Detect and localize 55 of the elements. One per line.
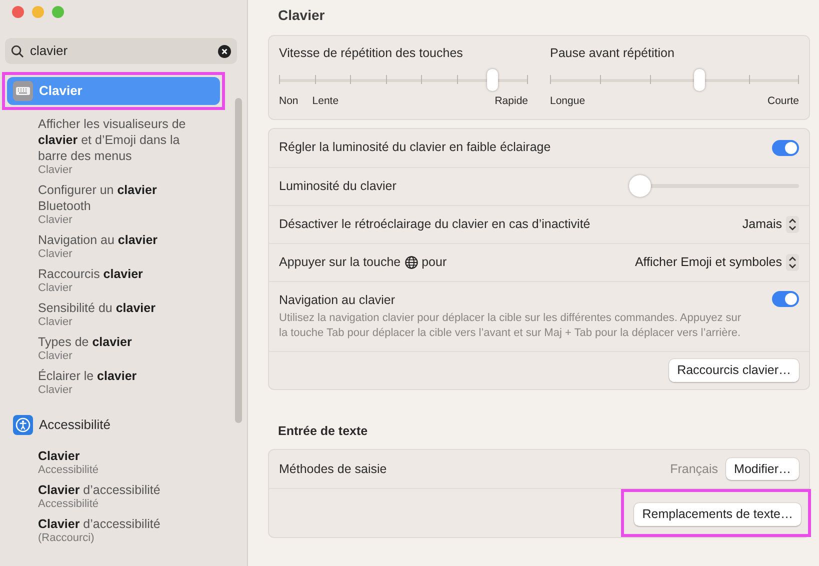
search-result[interactable]: Clavier d’accessibilité Accessibilité: [38, 482, 210, 511]
setting-label: Régler la luminosité du clavier en faible éclairage: [279, 139, 552, 156]
accessibility-icon: [13, 415, 33, 435]
close-button[interactable]: [12, 6, 24, 18]
section-title: Entrée de texte: [278, 423, 369, 440]
slider-label: Pause avant répétition: [550, 45, 676, 62]
zoom-button[interactable]: [52, 6, 64, 18]
setting-label: Méthodes de saisie: [279, 462, 387, 476]
search-result[interactable]: Raccourcis clavier Clavier: [38, 266, 210, 295]
search-icon: [11, 44, 24, 58]
search-result[interactable]: Types de clavier Clavier: [38, 334, 210, 363]
push-button[interactable]: Remplacements de texte…: [634, 503, 801, 526]
push-button[interactable]: Raccourcis clavier…: [669, 359, 799, 382]
scale-label: Longue: [550, 94, 586, 109]
scale-label: Courte: [767, 94, 799, 109]
search-result[interactable]: Navigation au clavier Clavier: [38, 232, 210, 261]
scrollbar[interactable]: [235, 98, 242, 423]
minimize-button[interactable]: [32, 6, 44, 18]
slider-thumb[interactable]: [694, 68, 706, 91]
search-result[interactable]: Configurer un clavier Bluetooth Clavier: [38, 182, 210, 227]
search-result[interactable]: Afficher les visualiseurs de clavier et d’Emoji dans la barre des menus Clavier: [38, 116, 210, 177]
slider-label: Vitesse de répétition des touches: [279, 45, 464, 62]
setting-description: Utilisez la navigation clavier pour déplacer la cible sur les différentes commandes. Appuyez sur la touche Tab pour déplacer la cible vers l’avant et sur Maj + Tab pour la déplacer vers l’arrière.: [279, 311, 742, 342]
chevron-updown-icon: [786, 254, 799, 270]
popup-button[interactable]: Afficher Emoji et symboles: [634, 252, 799, 272]
setting-label: pour: [422, 254, 447, 271]
sidebar-item[interactable]: Accessibilité: [7, 411, 223, 439]
search-field[interactable]: clavier: [5, 38, 237, 64]
search-result[interactable]: Clavier Accessibilité: [38, 448, 210, 477]
slider-thumb[interactable]: [629, 175, 651, 197]
clear-icon[interactable]: [218, 44, 231, 58]
slider-thumb[interactable]: [487, 68, 498, 91]
slider-track[interactable]: [279, 68, 528, 91]
search-result[interactable]: Éclairer le clavier Clavier: [38, 368, 210, 397]
globe-icon: [404, 256, 418, 268]
search-result[interactable]: Sensibilité du clavier Clavier: [38, 300, 210, 329]
setting-label: Désactiver le rétroéclairage du clavier en cas d’inactivité: [279, 216, 590, 233]
setting-label: Appuyer sur la touche: [279, 254, 401, 271]
scale-label: Lente: [312, 94, 339, 109]
chevron-updown-icon: [786, 216, 799, 232]
toggle-switch[interactable]: [772, 290, 799, 306]
slider-track[interactable]: [629, 175, 799, 197]
setting-value: Français: [670, 460, 718, 478]
setting-label: Luminosité du clavier: [279, 178, 398, 195]
popup-button[interactable]: Jamais: [742, 214, 799, 234]
page-title: Clavier: [278, 6, 326, 23]
toggle-switch[interactable]: [772, 140, 799, 156]
scale-label: Non: [279, 94, 298, 109]
search-input[interactable]: clavier: [30, 41, 212, 61]
push-button[interactable]: Modifier…: [726, 458, 799, 480]
setting-label: Navigation au clavier: [279, 292, 396, 309]
search-result[interactable]: Clavier d’accessibilité (Raccourci): [38, 516, 210, 545]
keyboard-icon: [13, 81, 33, 101]
slider-track[interactable]: [550, 68, 799, 91]
scale-label: Rapide: [494, 94, 528, 109]
